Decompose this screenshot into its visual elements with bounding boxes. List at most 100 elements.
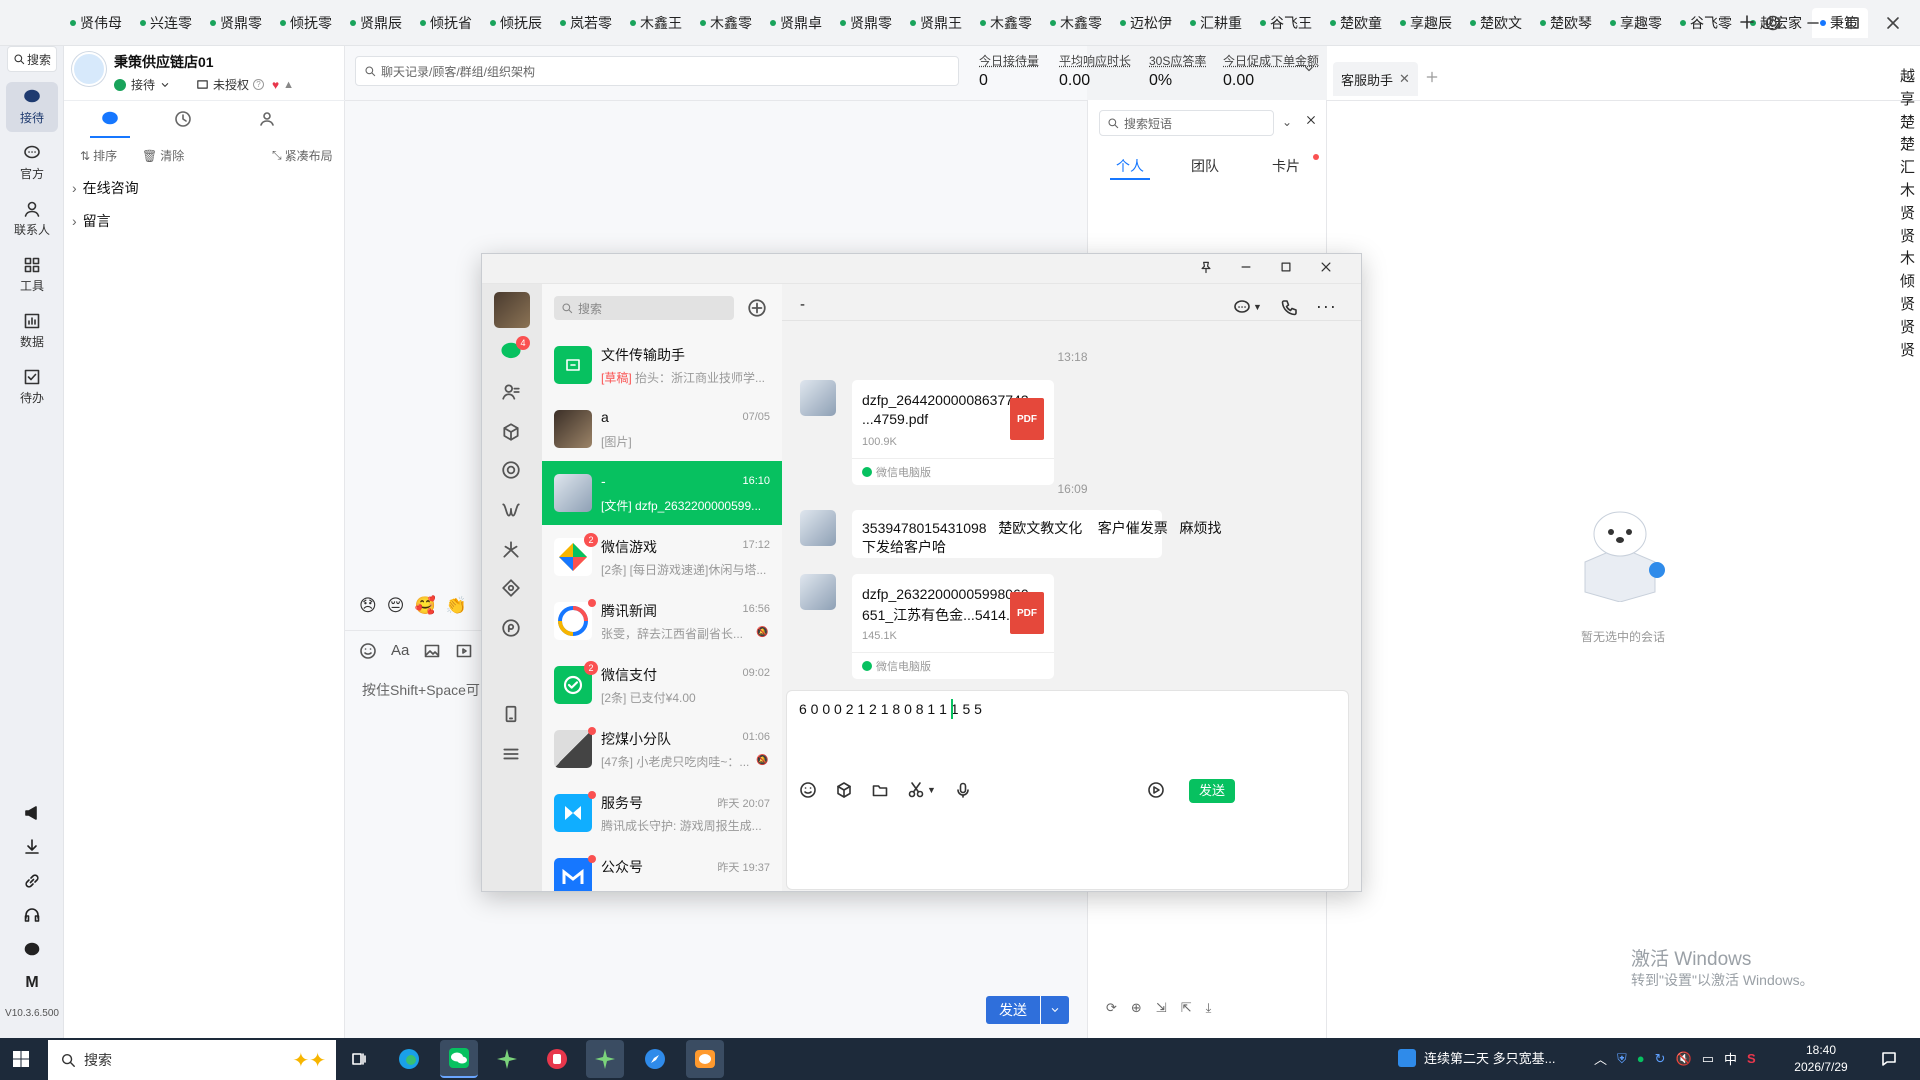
tab-item[interactable]: 倾抚零: [272, 8, 342, 38]
group-online-consult[interactable]: › 在线咨询: [72, 178, 139, 198]
wechat-tray-icon[interactable]: ●: [1637, 1051, 1645, 1066]
more-icon[interactable]: ···: [1316, 296, 1337, 317]
wechat-taskbar-icon[interactable]: [440, 1040, 478, 1078]
phone-icon[interactable]: [501, 704, 521, 724]
compact-layout-button[interactable]: ⤡ 紧凑布局: [272, 147, 333, 164]
rail-search-button[interactable]: 搜索: [7, 46, 57, 72]
tab-team[interactable]: 团队: [1191, 156, 1219, 176]
notification-icon[interactable]: [1880, 1050, 1898, 1068]
wx-search-input[interactable]: 搜索: [554, 296, 734, 320]
close-icon[interactable]: ✕: [1399, 71, 1410, 87]
chevron-up-icon[interactable]: ︿: [1594, 1049, 1607, 1068]
emoji-icon[interactable]: [799, 781, 817, 799]
favorites-cube-icon[interactable]: [835, 781, 853, 799]
tab-item[interactable]: 兴连零: [132, 8, 202, 38]
refresh-icon[interactable]: ⟳: [1106, 1000, 1117, 1016]
taskbar-search-box[interactable]: 搜索 ✦✦: [48, 1040, 336, 1080]
text-message[interactable]: 3539478015431098 楚欧文教文化 客户催发票 麻烦找 下发给客户哈: [852, 510, 1221, 558]
scissors-icon[interactable]: ▼: [907, 781, 936, 799]
rail-item-tools[interactable]: 工具: [6, 250, 58, 300]
send-button[interactable]: 发送: [986, 996, 1040, 1024]
tab-item[interactable]: 木鑫王: [622, 8, 692, 38]
channels-icon[interactable]: [501, 500, 521, 520]
tab-item[interactable]: 木鑫零: [972, 8, 1042, 38]
share-icon[interactable]: ⇱: [1181, 1000, 1192, 1016]
tab-item[interactable]: 谷飞王: [1252, 8, 1322, 38]
auth-status[interactable]: 未授权 ? ♥ ▲: [196, 76, 294, 93]
edge-browser-icon[interactable]: [390, 1040, 428, 1078]
headset-icon[interactable]: [0, 906, 64, 924]
tab-item[interactable]: 木鑫零: [692, 8, 762, 38]
folder-icon[interactable]: [871, 781, 889, 799]
message-input-box[interactable]: 6 0 0 0 2 1 2 1 8 0 8 1 1 1 5 5 ▼ 发送: [786, 690, 1349, 890]
image-icon[interactable]: [423, 642, 441, 660]
ime-label[interactable]: 中: [1724, 1049, 1737, 1068]
app-compass-icon[interactable]: [636, 1040, 674, 1078]
tab-item[interactable]: 楚欧琴: [1532, 8, 1602, 38]
app-star-icon[interactable]: [488, 1040, 526, 1078]
rail-item-reception[interactable]: 接待: [6, 82, 58, 132]
tab-item[interactable]: 倾抚辰: [482, 8, 552, 38]
rail-item-official[interactable]: 官方: [6, 138, 58, 188]
m-logo-icon[interactable]: M: [0, 974, 64, 992]
app-qianniu-icon[interactable]: [686, 1040, 724, 1078]
clear-button[interactable]: 🗑 清除: [142, 147, 184, 164]
sync-icon[interactable]: ↻: [1655, 1051, 1666, 1067]
tab-card[interactable]: 卡片: [1272, 156, 1300, 176]
favorites-cube-icon[interactable]: [501, 422, 521, 442]
collapse-double-chevron-icon[interactable]: ⌄: [1282, 115, 1292, 129]
app-star2-icon[interactable]: [586, 1040, 624, 1078]
group-leave-message[interactable]: › 留言: [72, 211, 111, 231]
tab-assistant[interactable]: 客服助手 ✕: [1333, 62, 1418, 96]
add-chat-plus-icon[interactable]: [747, 298, 767, 318]
minimize-icon[interactable]: [1239, 260, 1253, 274]
pin-icon[interactable]: [1199, 260, 1213, 274]
tab-item[interactable]: 贤鼎零: [202, 8, 272, 38]
robot-icon[interactable]: [0, 940, 64, 958]
tab-item[interactable]: 岚若零: [552, 8, 622, 38]
font-icon[interactable]: Aa: [391, 642, 409, 660]
tab-item[interactable]: 迈松伊: [1112, 8, 1182, 38]
contacts-icon[interactable]: [501, 382, 521, 402]
download-icon[interactable]: ⤓: [1206, 1000, 1212, 1016]
tab-item[interactable]: 贤鼎卓: [762, 8, 832, 38]
tab-colleagues[interactable]: [258, 110, 276, 128]
minimize-icon[interactable]: [1804, 14, 1822, 32]
shop-avatar[interactable]: [72, 52, 106, 86]
mini-programs-icon[interactable]: [501, 578, 521, 598]
link-icon[interactable]: [0, 872, 64, 890]
download-icon[interactable]: [0, 838, 64, 856]
microphone-icon[interactable]: [954, 781, 972, 799]
tab-item[interactable]: 贤鼎零: [832, 8, 902, 38]
mini-program-s-icon[interactable]: [501, 618, 521, 638]
call-icon[interactable]: [1280, 298, 1298, 316]
file-message[interactable]: dzfp_26442000008637743 ...4759.pdf 100.9…: [852, 380, 1054, 485]
rail-item-todo[interactable]: 待办: [6, 362, 58, 412]
new-tab-plus-icon[interactable]: [1738, 13, 1756, 31]
send-options-button[interactable]: [1041, 996, 1069, 1024]
chat-bubble-dropdown-icon[interactable]: ▼: [1233, 298, 1262, 316]
conversation-item[interactable]: 挖煤小分队 01:06 [47条] 小老虎只吃肉哇~：... 🔕: [542, 717, 782, 781]
clock[interactable]: 18:40 2026/7/29: [1784, 1042, 1858, 1076]
maximize-icon[interactable]: [1279, 260, 1293, 274]
conversation-item[interactable]: 公众号 昨天 19:37: [542, 845, 782, 891]
volume-mute-icon[interactable]: 🔇: [1676, 1051, 1692, 1067]
conversation-item[interactable]: 2 微信游戏 17:12 [2条] [每日游戏速递]休闲与塔...: [542, 525, 782, 589]
my-avatar[interactable]: [494, 292, 530, 328]
tab-chats[interactable]: [90, 110, 130, 134]
conversation-item[interactable]: 腾讯新闻 16:56 张雯，辞去江西省副省长... 🔕: [542, 589, 782, 653]
tab-item[interactable]: 享趣零: [1602, 8, 1672, 38]
conversation-item[interactable]: 服务号 昨天 20:07 腾讯成长守护: 游戏周报生成...: [542, 781, 782, 845]
emoji-disappointed-icon[interactable]: 😔: [387, 596, 405, 616]
rail-item-data[interactable]: 数据: [6, 306, 58, 356]
close-icon[interactable]: [1884, 14, 1902, 32]
tab-item[interactable]: 楚欧童: [1322, 8, 1392, 38]
tab-history[interactable]: [174, 110, 192, 128]
windows-start-icon[interactable]: [12, 1050, 30, 1068]
file-message[interactable]: dzfp_26322000005998060 651_江苏有色金...5414.…: [852, 574, 1054, 679]
add-tab-plus-icon[interactable]: [1425, 70, 1439, 84]
network-icon[interactable]: ▭: [1702, 1051, 1714, 1067]
megaphone-icon[interactable]: [0, 804, 64, 822]
tab-item[interactable]: 贤鼎王: [902, 8, 972, 38]
sogou-icon[interactable]: S: [1747, 1051, 1756, 1066]
